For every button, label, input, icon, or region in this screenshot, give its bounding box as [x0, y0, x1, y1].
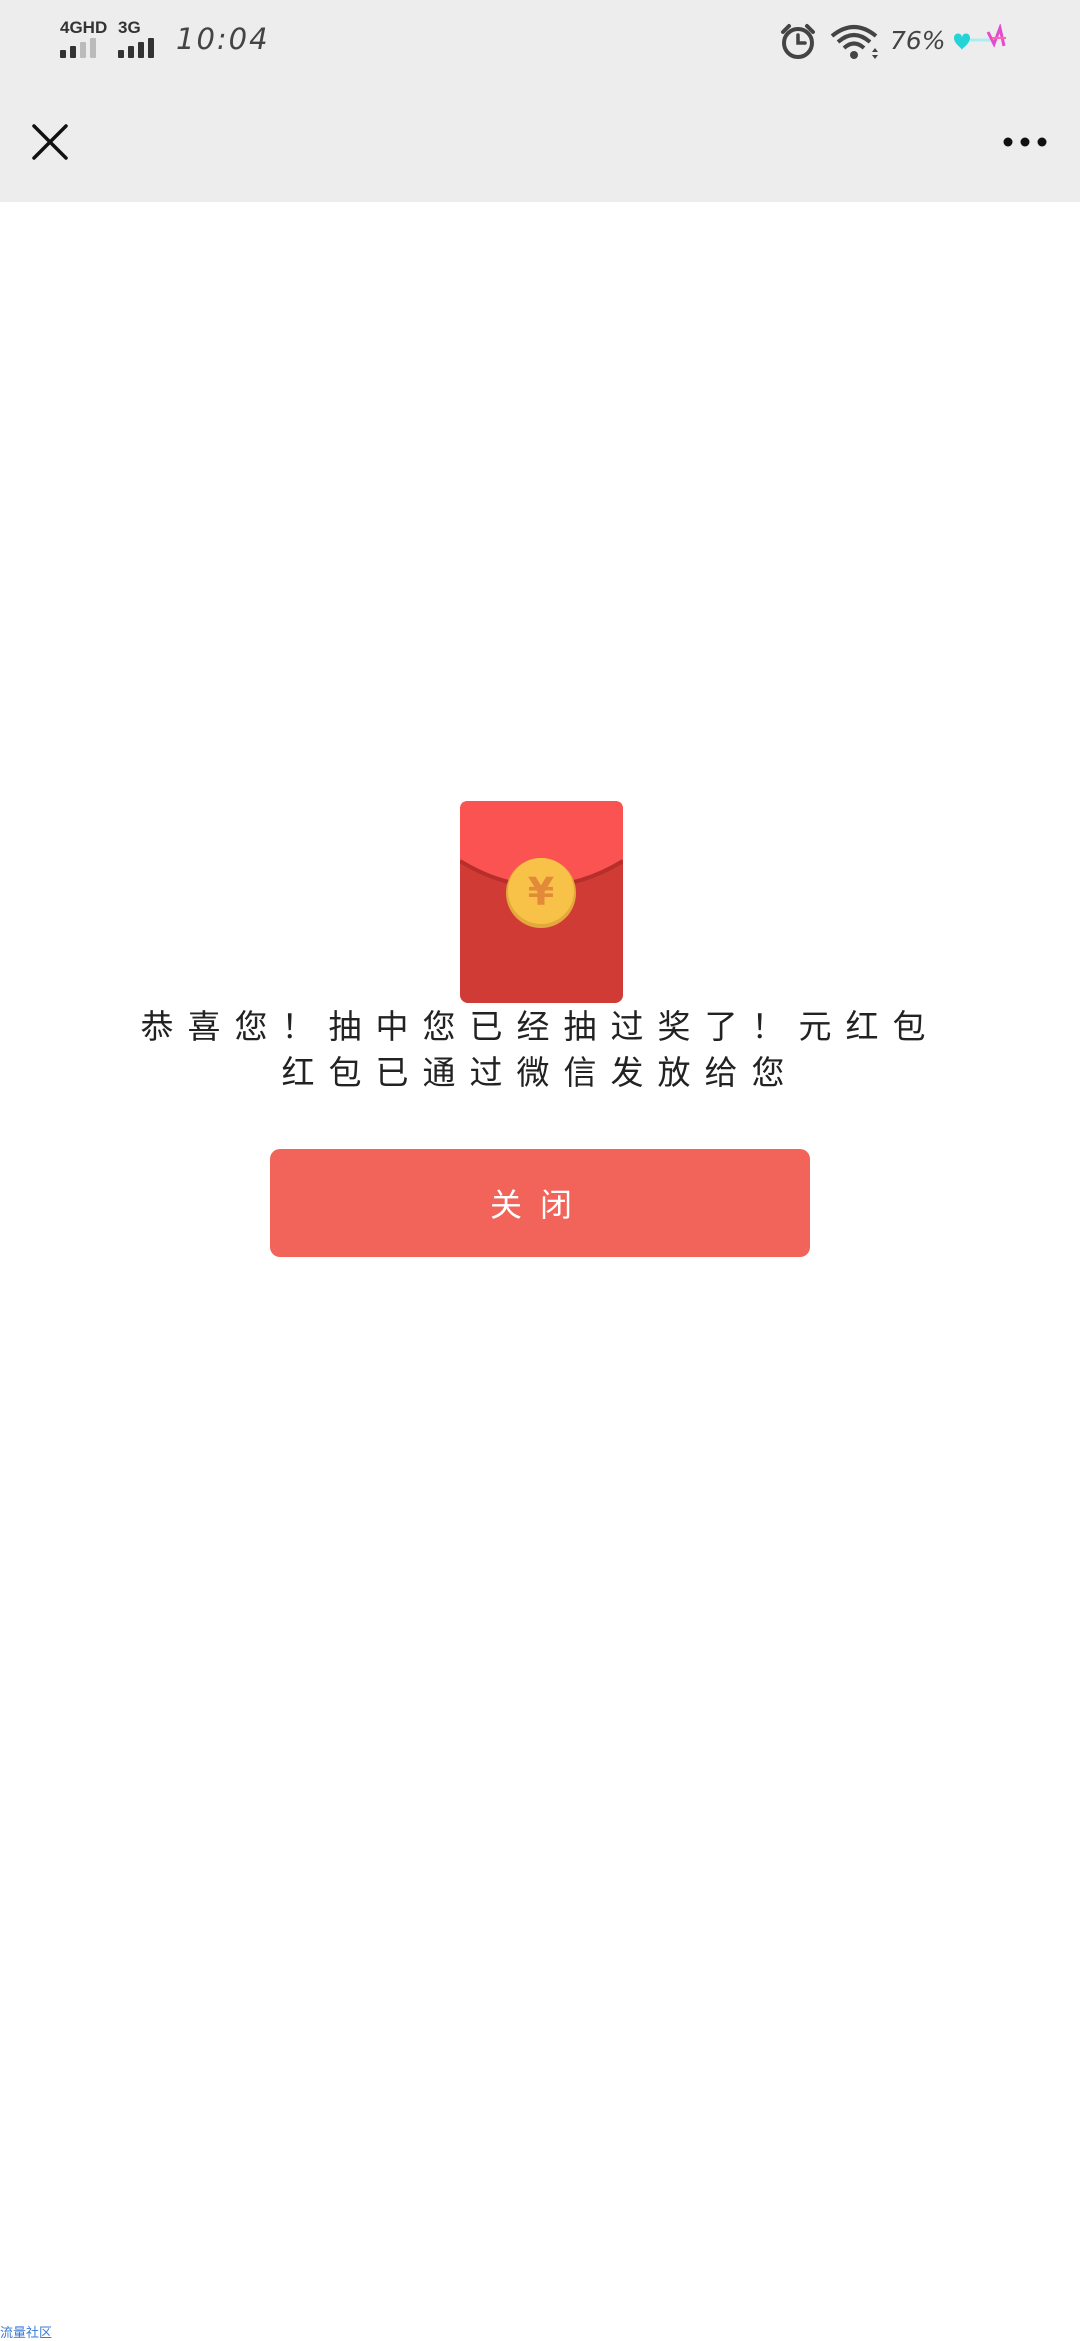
- battery-percentage: 76%: [890, 26, 946, 55]
- close-icon[interactable]: [30, 122, 70, 162]
- alarm-icon: [781, 24, 815, 59]
- status-bar: 4GHD 3G 10:04 76%: [0, 0, 1080, 84]
- close-button[interactable]: 关闭: [270, 1149, 810, 1257]
- wifi-icon: [830, 25, 878, 59]
- message-line-2: 红包已通过微信发放给您: [281, 1053, 799, 1092]
- status-time: 10:04: [176, 22, 270, 56]
- network-label-2: 3G: [118, 18, 141, 37]
- more-dots-icon[interactable]: [1000, 124, 1050, 160]
- red-envelope-icon: ¥: [460, 801, 623, 1003]
- signal-4g: 4GHD: [60, 18, 110, 62]
- battery-heart-icon: [954, 24, 1006, 50]
- network-label-1: 4GHD: [60, 18, 108, 37]
- nav-bar: [0, 84, 1080, 202]
- signal-3g: 3G: [118, 18, 168, 62]
- message-line-1: 恭喜您！抽中您已经抽过奖了！元红包: [140, 1007, 940, 1046]
- watermark-text: 流量社区: [0, 2326, 53, 2341]
- currency-symbol: ¥: [528, 870, 554, 914]
- result-message: 恭喜您！抽中您已经抽过奖了！元红包 红包已通过微信发放给您: [0, 1004, 1080, 1096]
